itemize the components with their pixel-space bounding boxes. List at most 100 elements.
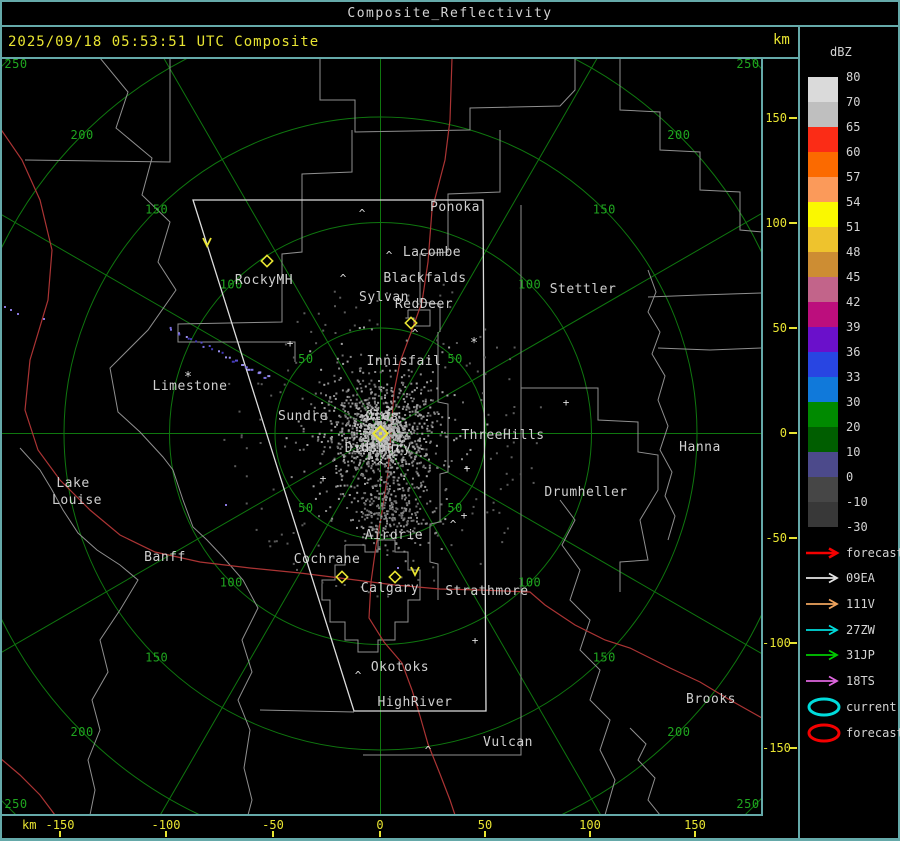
clutter-dot	[320, 368, 323, 371]
clutter-dot	[323, 383, 326, 386]
clutter-dot	[420, 392, 422, 395]
clutter-dot	[330, 429, 333, 432]
clutter-dot	[361, 414, 363, 417]
clutter-dot	[429, 440, 432, 443]
clutter-dot	[355, 510, 358, 513]
clutter-dot	[245, 447, 248, 450]
clutter-dot	[461, 529, 464, 532]
legend-arrow-31JP	[804, 648, 846, 662]
clutter-dot	[238, 410, 241, 413]
clutter-dot	[404, 498, 406, 501]
clutter-dot	[416, 462, 419, 465]
clutter-dot	[323, 436, 326, 438]
clutter-dot	[321, 453, 324, 456]
clutter-dot	[403, 400, 406, 403]
clutter-dot	[384, 401, 387, 404]
scale-value-label: 60	[846, 145, 861, 159]
clutter-dot	[369, 504, 372, 506]
scale-value-label: 45	[846, 270, 861, 284]
clutter-dot	[385, 425, 388, 428]
clutter-dot	[363, 518, 366, 521]
clutter-dot	[420, 481, 422, 484]
right-axis-label: 100	[765, 216, 787, 230]
clutter-dot	[385, 461, 388, 464]
clutter-dot	[333, 374, 336, 377]
range-ring-label: 250	[736, 59, 759, 71]
clutter-dot	[442, 522, 445, 525]
clutter-dot	[334, 305, 336, 308]
scale-color-box	[808, 252, 838, 277]
clutter-dot	[333, 290, 336, 293]
clutter-dot	[389, 497, 391, 500]
clutter-dot	[411, 464, 414, 467]
scale-color-box	[808, 327, 838, 352]
clutter-dot	[272, 488, 275, 491]
clutter-dot	[382, 498, 384, 501]
clutter-dot	[383, 504, 386, 507]
clutter-dot	[393, 476, 396, 479]
clutter-dot	[424, 398, 427, 401]
clutter-dot	[408, 407, 411, 410]
clutter-dot	[451, 291, 454, 294]
clutter-dot	[429, 500, 432, 503]
scale-color-box	[808, 452, 838, 477]
clutter-dot	[347, 420, 350, 423]
clutter-dot	[396, 429, 399, 432]
right-axis-label: 50	[772, 321, 787, 335]
clutter-dot	[327, 382, 330, 385]
clutter-dot	[321, 402, 324, 404]
clutter-dot	[374, 426, 377, 429]
arrow-icon	[806, 598, 839, 610]
clutter-dot	[484, 373, 487, 376]
clutter-dot	[411, 410, 414, 413]
clutter-dot	[370, 464, 373, 467]
clutter-dot	[468, 362, 471, 365]
clutter-dot	[408, 463, 411, 466]
clutter-dot	[443, 464, 446, 467]
clutter-dot	[325, 490, 328, 493]
clutter-dot	[314, 392, 317, 395]
clutter-dot	[422, 466, 425, 469]
clutter-dot	[350, 460, 353, 463]
clutter-dot	[349, 437, 351, 440]
clutter-dot	[429, 406, 432, 409]
clutter-dot	[360, 497, 363, 500]
clutter-dot	[355, 429, 358, 432]
clutter-dot	[349, 416, 352, 419]
clutter-dot	[362, 512, 365, 515]
clutter-dot	[420, 388, 423, 391]
clutter-dot	[431, 421, 434, 424]
clutter-dot	[378, 548, 381, 550]
asterisk-symbol: *	[470, 336, 478, 351]
clutter-dot	[430, 389, 433, 392]
range-ring-label: 50	[298, 352, 313, 366]
city-label: Sundre	[278, 409, 328, 424]
city-label: Banff	[144, 550, 186, 565]
clutter-dot	[387, 467, 390, 470]
clutter-dot	[368, 457, 371, 460]
clutter-dot	[364, 482, 366, 485]
clutter-dot	[356, 484, 359, 487]
clutter-dot	[361, 515, 364, 518]
clutter-dot	[362, 379, 365, 382]
clutter-dot	[422, 518, 425, 521]
clutter-dot	[394, 463, 397, 465]
clutter-dot	[394, 369, 397, 372]
interference-dot	[235, 359, 238, 362]
interference-dot	[397, 567, 399, 569]
clutter-dot	[392, 479, 395, 482]
clutter-dot	[442, 342, 445, 345]
clutter-dot	[353, 324, 356, 327]
clutter-dot	[365, 428, 368, 431]
clutter-dot	[360, 426, 362, 429]
clutter-dot	[366, 406, 369, 408]
clutter-dot	[397, 476, 400, 479]
clutter-dot	[439, 520, 442, 523]
clutter-dot	[408, 500, 411, 503]
clutter-dot	[391, 395, 394, 397]
clutter-dot	[510, 456, 513, 459]
clutter-dot	[505, 472, 508, 475]
clutter-dot	[310, 403, 313, 406]
clutter-dot	[370, 391, 373, 394]
clutter-dot	[373, 438, 375, 441]
